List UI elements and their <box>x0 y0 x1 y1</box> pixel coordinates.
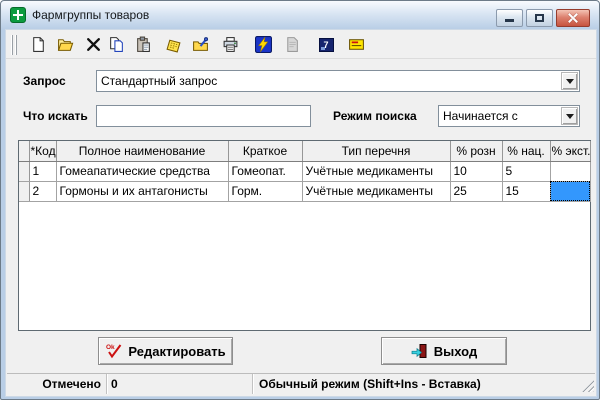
open-folder-icon <box>57 39 73 51</box>
cell-code[interactable]: 2 <box>29 181 57 202</box>
exit-button[interactable]: Выход <box>381 337 507 365</box>
column-header-code[interactable]: *Код <box>29 141 57 162</box>
open-button[interactable] <box>53 32 77 57</box>
ok-check-icon: Ok <box>106 344 122 359</box>
edit-button-label: Редактировать <box>128 343 226 359</box>
window-title: Фармгруппы товаров <box>32 8 150 22</box>
exit-door-icon <box>411 344 427 358</box>
exit-button-label: Выход <box>433 343 478 359</box>
status-marked-label: Отмечено <box>7 374 107 394</box>
cell-short[interactable]: Гомеопат. <box>228 161 303 182</box>
paste-icon <box>136 36 150 52</box>
print-button[interactable] <box>218 32 242 57</box>
delete-icon <box>86 38 100 51</box>
minimize-icon <box>505 19 514 22</box>
column-header-ext-pct[interactable]: % экст. <box>550 141 591 162</box>
column-header-full-name[interactable]: Полное наименование <box>56 141 229 162</box>
toolbar: 7 <box>6 30 596 59</box>
new-button[interactable] <box>26 32 50 57</box>
cell-ext-pct[interactable] <box>550 161 591 182</box>
cell-markup-pct[interactable]: 5 <box>502 161 551 182</box>
row-indicator <box>19 161 30 182</box>
print-preview-icon <box>286 37 298 52</box>
paste-button[interactable] <box>131 32 155 57</box>
status-mode: Обычный режим (Shift+Ins - Вставка) <box>259 377 481 391</box>
cell-full-name[interactable]: Гормоны и их антагонисты <box>56 181 229 202</box>
data-grid: *Код Полное наименование Краткое Тип пер… <box>18 140 591 331</box>
indicator-header <box>19 141 30 162</box>
svg-text:Ok: Ok <box>106 344 115 351</box>
new-document-icon <box>32 37 44 52</box>
cell-retail-pct[interactable]: 25 <box>450 181 503 202</box>
toolbar-grip[interactable] <box>15 35 17 55</box>
query-combobox-value: Стандартный запрос <box>101 74 218 88</box>
column-header-list-type[interactable]: Тип перечня <box>302 141 451 162</box>
copy-icon <box>109 37 123 52</box>
folder-edit-button[interactable] <box>188 32 212 57</box>
column-header-markup-pct[interactable]: % нац. <box>502 141 551 162</box>
statusbar: Отмечено 0 Обычный режим (Shift+Ins - Вс… <box>7 373 595 394</box>
search-mode-combobox[interactable]: Начинается с <box>438 105 580 127</box>
chevron-down-icon[interactable] <box>561 107 578 125</box>
toolbar-grip[interactable] <box>11 35 13 55</box>
selected-cell[interactable] <box>550 181 591 202</box>
cell-full-name[interactable]: Гомеапатические средства <box>56 161 229 182</box>
search-label: Что искать <box>23 109 88 123</box>
column-header-retail-pct[interactable]: % розн <box>450 141 503 162</box>
edit-button[interactable]: Ok Редактировать <box>98 337 233 365</box>
folder-edit-icon <box>192 37 208 51</box>
maximize-button[interactable] <box>526 9 553 27</box>
cell-retail-pct[interactable]: 10 <box>450 161 503 182</box>
maximize-icon <box>535 14 544 22</box>
copy-button[interactable] <box>104 32 128 57</box>
client-area: 7 Запрос Стандартный запрос Что искать Р… <box>5 29 597 397</box>
cell-short[interactable]: Горм. <box>228 181 303 202</box>
search-input[interactable] <box>96 105 311 127</box>
table-row: 2 Гормоны и их антагонисты Горм. Учётные… <box>19 181 591 202</box>
cell-list-type[interactable]: Учётные медикаменты <box>302 181 451 202</box>
execute-query-button[interactable] <box>251 32 275 57</box>
pharmacy-icon <box>10 7 26 23</box>
query-combobox[interactable]: Стандартный запрос <box>96 70 580 92</box>
chevron-down-icon[interactable] <box>561 72 578 90</box>
search-mode-value: Начинается с <box>443 109 518 123</box>
close-icon <box>568 13 578 23</box>
key7-button[interactable]: 7 <box>314 32 338 57</box>
minimize-button[interactable] <box>496 9 523 27</box>
mail-button[interactable] <box>344 32 368 57</box>
cell-code[interactable]: 1 <box>29 161 57 182</box>
print-icon <box>223 37 237 52</box>
table-row: 1 Гомеапатические средства Гомеопат. Учё… <box>19 161 591 182</box>
status-marked-value: 0 <box>107 374 253 394</box>
lightning-icon <box>254 36 272 53</box>
memo-icon <box>165 39 181 53</box>
query-label: Запрос <box>23 74 66 88</box>
print-preview-button-disabled[interactable] <box>279 32 303 57</box>
memo-button[interactable] <box>161 32 185 57</box>
search-mode-label: Режим поиска <box>333 109 417 123</box>
delete-button[interactable] <box>81 32 105 57</box>
column-header-short[interactable]: Краткое <box>228 141 303 162</box>
mail-icon <box>348 39 364 50</box>
cell-list-type[interactable]: Учётные медикаменты <box>302 161 451 182</box>
cell-markup-pct[interactable]: 15 <box>502 181 551 202</box>
header-row: *Код Полное наименование Краткое Тип пер… <box>19 141 591 162</box>
row-indicator <box>19 181 30 202</box>
key-7-icon: 7 <box>318 37 334 52</box>
app-window: Фармгруппы товаров 7 Запрос Стандартный … <box>0 0 600 400</box>
close-button[interactable] <box>556 9 590 27</box>
